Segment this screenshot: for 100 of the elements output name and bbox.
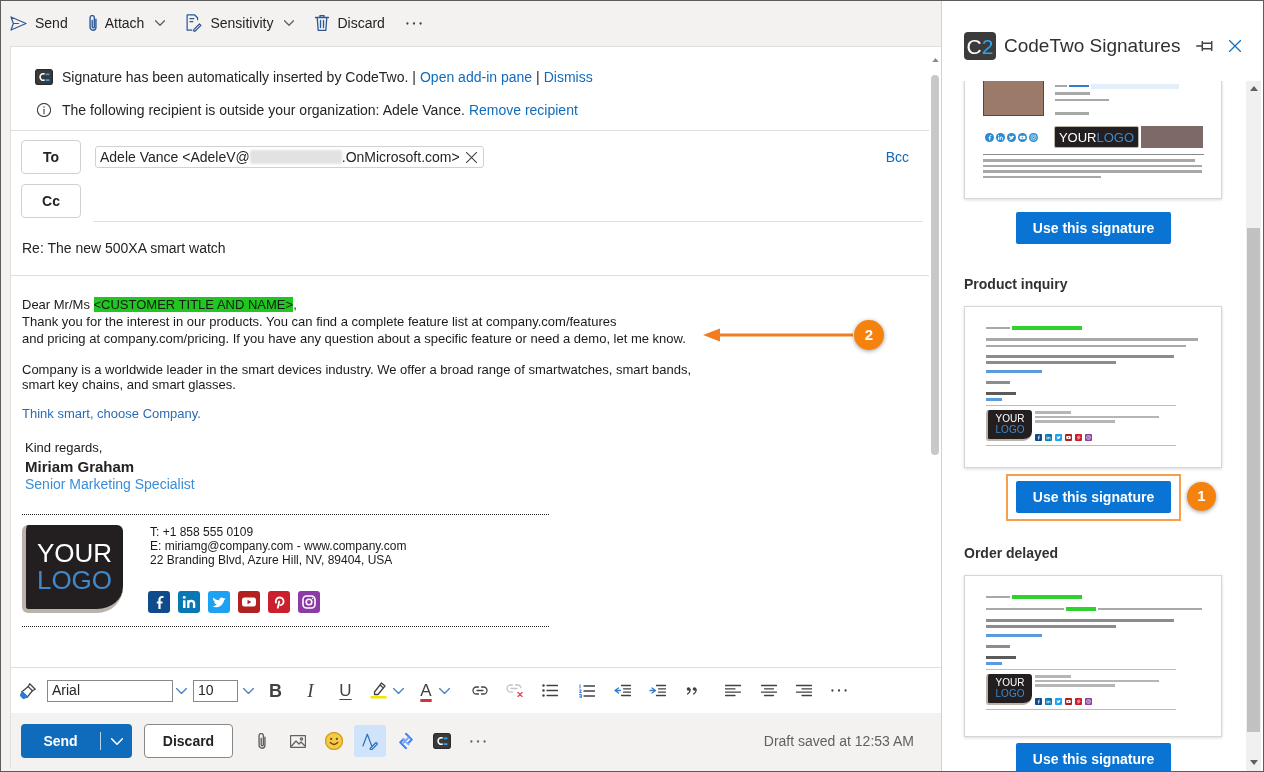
discard-button[interactable]: Discard (144, 724, 233, 758)
remove-icon[interactable] (465, 151, 477, 163)
info-icon (37, 103, 51, 117)
scrollbar-thumb[interactable] (931, 75, 939, 455)
align-center-icon[interactable] (760, 684, 777, 697)
notice-link[interactable]: Remove recipient (468, 99, 578, 121)
banner-image-placeholder (1141, 126, 1203, 148)
sender-name: Miriam Graham (25, 457, 135, 477)
body-paragraph: Company is a worldwide leader in the smart devices industry. We offer a broad range of smartwatches, smart bands, smart key chains, and smart glasses. (22, 362, 692, 392)
increase-indent-icon[interactable] (649, 684, 666, 697)
contact-line: T: +1 858 555 0109 (150, 525, 254, 539)
closing-text: Kind regards, (25, 440, 103, 456)
bcc-link[interactable]: Bcc (885, 146, 909, 168)
blurred-text-line (986, 392, 1016, 395)
font-size-field[interactable]: 10 (193, 679, 238, 702)
align-left-icon[interactable] (724, 684, 741, 697)
more-icon[interactable] (405, 21, 422, 25)
paperclip-icon (88, 15, 97, 31)
logo-text: LOGO (995, 688, 1025, 699)
decrease-indent-icon[interactable] (614, 684, 631, 697)
blurred-text-line (1055, 92, 1090, 95)
notice-text: Signature has been automatically inserted by CodeTwo. (62, 67, 409, 87)
blurred-text-line (986, 326, 1010, 330)
use-signature-button[interactable]: Use this signature (1016, 743, 1171, 771)
more-icon (470, 739, 486, 743)
more-icon[interactable] (831, 689, 847, 692)
blurred-text-line (1055, 98, 1109, 101)
linkedin-icon (996, 132, 1005, 142)
highlighter-icon[interactable] (370, 682, 387, 699)
send-button[interactable]: Send (10, 12, 68, 34)
body-paragraph: Thank you for the interest in our products. You can find a complete feature list at company.com/features and pricing at company.com/pricing. If you have any question about a specific feature or need a demo, let me know. (22, 313, 686, 347)
blurred-link-line (986, 634, 1042, 637)
bold-button[interactable]: B (258, 675, 293, 706)
recipient-chip[interactable]: Adele Vance <AdeleV@ .OnMicrosoft.com> (95, 146, 484, 168)
chevron-icon[interactable] (393, 687, 404, 694)
cc-button[interactable]: Cc (21, 184, 81, 218)
link-icon[interactable] (471, 686, 488, 695)
to-button[interactable]: To (21, 140, 81, 174)
blurred-link-line (986, 370, 1042, 373)
align-right-icon[interactable] (795, 684, 812, 697)
blurred-text-line (986, 381, 1010, 384)
diamond-links-icon (398, 733, 414, 749)
scroll-up-icon[interactable] (1249, 86, 1258, 91)
send-button[interactable]: Send (21, 724, 132, 758)
format-painter-icon[interactable] (20, 682, 36, 699)
chevron-icon[interactable] (175, 687, 187, 694)
font-color-button[interactable]: A (411, 675, 459, 706)
app-logo-icon (433, 733, 451, 749)
blurred-text-line (986, 595, 1010, 599)
close-icon[interactable] (1229, 40, 1241, 52)
job-title-text: Senior Marketing Specialist (25, 477, 195, 492)
numbered-list-icon[interactable] (578, 683, 595, 698)
twitter-bird-icon (1007, 132, 1016, 142)
blurred-text-line (986, 645, 1010, 648)
scrollbar-thumb[interactable] (1247, 228, 1260, 732)
blurred-text-line (986, 656, 1016, 659)
blurred-highlighted-text (1066, 607, 1096, 611)
app-logo-icon (35, 69, 53, 85)
blurred-link-line (986, 398, 1002, 401)
logo-text: LOGO (1096, 130, 1135, 144)
contact-line: E: miriamg@company.com - www.company.com (150, 539, 407, 553)
pen-icon (362, 732, 378, 750)
logo-text: YOUR (995, 414, 1025, 425)
contact-line: 22 Branding Blvd, Azure Hill, NV, 89404, USA (150, 553, 393, 567)
chevron-icon[interactable] (438, 687, 450, 694)
underline-button[interactable]: U (328, 675, 363, 706)
logo-text: LOGO (36, 567, 113, 594)
separator-text: | (536, 67, 540, 87)
logo-text: YOUR (36, 540, 113, 567)
instagram-icon (1029, 132, 1038, 142)
sensitivity-button[interactable]: Sensitivity (186, 12, 295, 34)
blurred-text-line (1055, 112, 1089, 115)
chevron-icon[interactable] (242, 687, 254, 694)
use-signature-button[interactable]: Use this signature (1016, 212, 1171, 244)
trash-icon (315, 15, 330, 31)
app-logo: C2 (964, 32, 996, 60)
youtube-icon (1018, 132, 1027, 142)
notice-text: The following recipient is outside your organization: Adele Vance. (62, 100, 465, 120)
callout-badge: 1 (1187, 482, 1216, 511)
bulleted-list-icon[interactable] (542, 684, 558, 697)
notice-link[interactable]: Dismiss (543, 66, 593, 88)
discard-button[interactable]: Discard (315, 12, 385, 34)
document-pen-icon (186, 14, 203, 32)
scroll-down-icon[interactable] (1249, 760, 1258, 765)
pin-icon[interactable] (1196, 41, 1213, 51)
template-name: Product inquiry (964, 275, 1068, 294)
quote-icon[interactable] (686, 686, 698, 695)
scroll-up-icon[interactable] (931, 58, 939, 62)
logo-text: LOGO (995, 424, 1025, 435)
image-icon (290, 734, 306, 748)
template-name: Order delayed (964, 544, 1059, 563)
facebook-icon (985, 132, 994, 142)
attach-button[interactable]: Attach (88, 12, 166, 34)
subject-field[interactable]: Re: The new 500XA smart watch (22, 238, 226, 259)
italic-button[interactable]: I (293, 675, 328, 706)
use-signature-button[interactable]: Use this signature (1016, 481, 1171, 513)
editor-button[interactable] (354, 725, 386, 757)
blurred-link-line (1069, 84, 1089, 88)
font-name-field[interactable]: Arial (47, 679, 173, 702)
notice-link[interactable]: Open add-in pane (419, 66, 533, 88)
